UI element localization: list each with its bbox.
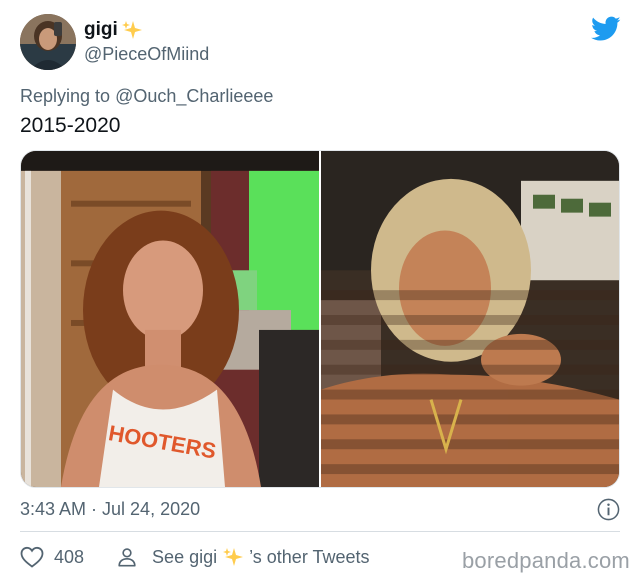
see-other-tweets-prefix: See gigi — [152, 546, 218, 567]
like-button[interactable]: 408 — [20, 546, 84, 568]
photo-right-image — [321, 151, 619, 487]
see-other-tweets-link[interactable]: See gigi ’s other Tweets — [116, 546, 370, 568]
info-icon[interactable] — [597, 498, 620, 521]
tweet-text: 2015-2020 — [20, 114, 121, 137]
replying-to: Replying to @Ouch_Charlieeee — [20, 86, 273, 107]
avatar[interactable] — [20, 14, 76, 70]
twitter-bird-icon[interactable] — [591, 16, 621, 42]
media-grid: HOOTERS — [20, 150, 620, 488]
author-handle[interactable]: @PieceOfMiind — [84, 44, 209, 65]
like-count: 408 — [54, 546, 85, 567]
display-name[interactable]: gigi — [84, 19, 118, 41]
divider — [20, 531, 620, 532]
tweet-timestamp[interactable]: 3:43 AM · Jul 24, 2020 — [20, 499, 200, 520]
tweet-card: gigi @PieceOfMiind Replying to @Ouch_Cha… — [0, 0, 640, 581]
action-bar: 408 See gigi ’s other Tweets — [20, 543, 370, 571]
see-other-tweets-suffix: ’s other Tweets — [249, 546, 370, 567]
reply-prefix: Replying to — [20, 86, 111, 106]
photo-left[interactable]: HOOTERS — [21, 151, 319, 487]
watermark: boredpanda.com — [462, 548, 630, 573]
photo-right[interactable] — [321, 151, 619, 487]
sparkles-icon — [223, 548, 244, 566]
person-icon — [118, 548, 136, 567]
photo-left-image: HOOTERS — [21, 151, 319, 487]
heart-icon — [20, 546, 44, 568]
avatar-image — [20, 14, 76, 70]
reply-mention-link[interactable]: @Ouch_Charlieeee — [115, 86, 273, 106]
author-name-row[interactable]: gigi — [84, 19, 142, 41]
sparkles-icon — [121, 21, 142, 39]
